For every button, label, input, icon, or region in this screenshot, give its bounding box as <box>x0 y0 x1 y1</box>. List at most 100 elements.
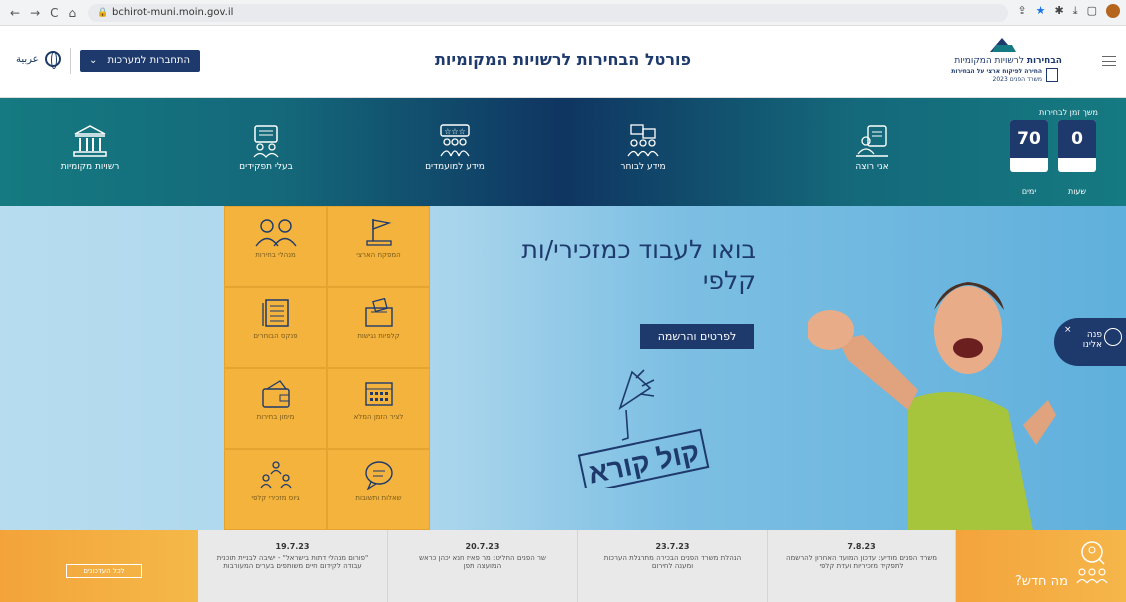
tile-label: קלפיות נגישות <box>357 332 400 340</box>
download-icon[interactable]: ⤓ <box>1073 4 1078 18</box>
news-text: "פורום מנהלי דתות בישראל" - ישיבה לבניית… <box>216 554 369 570</box>
news-strip: לכל העדכונים 19.7.23 "פורום מנהלי דתות ב… <box>0 530 1126 602</box>
contact-us-widget[interactable]: × פנה אלינו <box>1054 318 1126 366</box>
logo-text: לרשויות המקומיות <box>954 56 1027 66</box>
news-item[interactable]: 7.8.23 משרד הפנים מודיע: עדכון המועד האח… <box>768 530 956 602</box>
forward-icon[interactable]: → <box>30 6 40 20</box>
tile-label: לציר הזמן המלא <box>353 413 404 421</box>
tile-recruit-secretaries[interactable]: גיוס מזכירי קלפי <box>224 449 327 530</box>
address-bar[interactable]: 🔒 bchirot-muni.moin.gov.il <box>88 4 1008 22</box>
browser-toolbar: ← → C ⌂ 🔒 bchirot-muni.moin.gov.il ⇪ ★ ✱… <box>0 0 1126 26</box>
news-item[interactable]: 20.7.23 שר הפנים החליט: מר פאיז חנא יכהן… <box>388 530 578 602</box>
main-nav: רשויות מקומיות בעלי תפקידים ☆☆☆ מידע למו… <box>0 98 1126 206</box>
sidebar-icon[interactable]: ▢ <box>1087 4 1097 18</box>
tile-election-managers[interactable]: מנהלי בחירות <box>224 206 327 287</box>
tile-label: גיוס מזכירי קלפי <box>251 494 300 502</box>
whats-new-panel: מה חדש? <box>956 530 1126 602</box>
days-label: ימים <box>1021 187 1037 196</box>
tile-voter-register[interactable]: פנקס הבוחרים <box>224 287 327 368</box>
building-icon <box>73 125 107 157</box>
nav-candidates-info[interactable]: ☆☆☆ מידע למועמדים <box>405 124 505 172</box>
svg-text:☆☆☆: ☆☆☆ <box>444 127 466 136</box>
nav-label: אני רוצה <box>855 162 889 172</box>
news-item[interactable]: 19.7.23 "פורום מנהלי דתות בישראל" - ישיב… <box>198 530 388 602</box>
emblem-icon <box>1046 68 1058 82</box>
nav-label: רשויות מקומיות <box>60 162 120 172</box>
updates-panel: לכל העדכונים <box>0 530 198 602</box>
nav-role-holders[interactable]: בעלי תפקידים <box>216 124 316 172</box>
tile-label: מנהלי בחירות <box>255 251 296 259</box>
quick-links-grid: המפקח הארצי מנהלי בחירות קלפיות נגישות פ… <box>224 206 430 530</box>
flag-icon <box>365 219 392 246</box>
tile-national-supervisor[interactable]: המפקח הארצי <box>327 206 430 287</box>
chat-icon <box>364 461 393 490</box>
wallet-icon <box>261 380 290 408</box>
roles-icon <box>253 125 279 158</box>
nav-label: מידע למועמדים <box>425 162 485 172</box>
nav-label: מידע לבוחר <box>620 162 666 172</box>
lock-icon: 🔒 <box>97 8 109 18</box>
news-text: שר הפנים החליט: מר פאיז חנא יכהן כראש המ… <box>419 554 546 570</box>
hero-headline: בואו לעבוד כמזכירי/ות קלפי <box>436 234 757 296</box>
close-icon[interactable]: × <box>1064 325 1072 335</box>
news-text: הנהלת משרד הפנים הבכירה מתרגלת הערכות ומ… <box>603 554 742 570</box>
menu-icon[interactable] <box>1102 56 1116 66</box>
news-date: 19.7.23 <box>275 542 310 551</box>
puzzle-icon[interactable]: ✱ <box>1055 4 1064 18</box>
all-updates-button[interactable]: לכל העדכונים <box>66 564 142 578</box>
tile-full-timeline[interactable]: לציר הזמן המלא <box>327 368 430 449</box>
megaphone-icon: קול קורא <box>577 369 710 488</box>
logo-mark-icon <box>990 38 1016 52</box>
days-value: 70 <box>1010 120 1048 158</box>
logo-ministry: משרד הפנים 2023 <box>992 76 1042 83</box>
ballot-box-icon <box>364 298 393 327</box>
news-date: 7.8.23 <box>847 542 876 551</box>
tile-accessible-ballots[interactable]: קלפיות נגישות <box>327 287 430 368</box>
news-item[interactable]: 23.7.23 הנהלת משרד הפנים הבכירה מתרגלת ה… <box>578 530 768 602</box>
hours-value: 0 <box>1058 120 1096 158</box>
nav-local-authorities[interactable]: רשויות מקומיות <box>40 124 140 172</box>
logo-bold-text: הבחירות <box>1026 56 1062 66</box>
headline-line-1: בואו לעבוד כמזכירי/ות <box>521 235 757 264</box>
headline-line-2: קלפי <box>702 266 756 295</box>
news-text: משרד הפנים מודיע: עדכון המועד האחרון להר… <box>785 554 938 570</box>
chat-label-1: פנה <box>1086 330 1102 340</box>
tile-label: המפקח הארצי <box>356 251 401 259</box>
managers-icon <box>254 219 297 247</box>
home-icon[interactable]: ⌂ <box>69 6 77 20</box>
chat-label-2: אלינו <box>1082 340 1102 350</box>
days-box: 70 <box>1010 120 1048 172</box>
whats-new-label: מה חדש? <box>1014 574 1068 589</box>
tile-label: שאלות ותשובות <box>355 494 402 502</box>
hero-person-illustration <box>808 282 1056 530</box>
site-header: عربية ⌄ התחברות למערכות פורטל הבחירות לר… <box>0 26 1126 98</box>
voter-icon <box>627 124 659 157</box>
register-book-icon <box>261 299 289 327</box>
news-search-people-icon <box>1076 541 1108 584</box>
tile-faq[interactable]: שאלות ותשובות <box>327 449 430 530</box>
logo-subtitle: החירה לפיקוח ארצי על הבחירות <box>951 68 1042 75</box>
nav-i-want[interactable]: אני רוצה <box>822 124 922 172</box>
back-icon[interactable]: ← <box>10 6 20 20</box>
nav-voter-info[interactable]: מידע לבוחר <box>593 124 693 172</box>
recruit-icon <box>259 461 292 489</box>
hero-banner: המפקח הארצי מנהלי בחירות קלפיות נגישות פ… <box>0 206 1126 530</box>
star-icon[interactable]: ★ <box>1036 4 1046 18</box>
profile-avatar[interactable] <box>1106 4 1120 18</box>
url-text: bchirot-muni.moin.gov.il <box>112 7 234 18</box>
nav-label: בעלי תפקידים <box>239 162 293 172</box>
share-icon[interactable]: ⇪ <box>1017 4 1026 18</box>
news-date: 23.7.23 <box>655 542 690 551</box>
user-screen-icon <box>856 125 888 157</box>
tile-election-financing[interactable]: מימון בחירות <box>224 368 327 449</box>
tile-label: מימון בחירות <box>256 413 295 421</box>
calendar-icon <box>364 382 393 406</box>
hours-label: שעות <box>1067 187 1087 196</box>
tile-label: פנקס הבוחרים <box>253 332 298 340</box>
reload-icon[interactable]: C <box>50 6 58 20</box>
countdown-title: משך זמן לבחירות <box>1038 108 1098 117</box>
site-logo[interactable]: הבחירות לרשויות המקומיות החירה לפיקוח אר… <box>927 36 1062 94</box>
news-date: 20.7.23 <box>465 542 500 551</box>
hours-box: 0 <box>1058 120 1096 172</box>
register-button[interactable]: לפרטים והרשמה <box>640 324 754 349</box>
